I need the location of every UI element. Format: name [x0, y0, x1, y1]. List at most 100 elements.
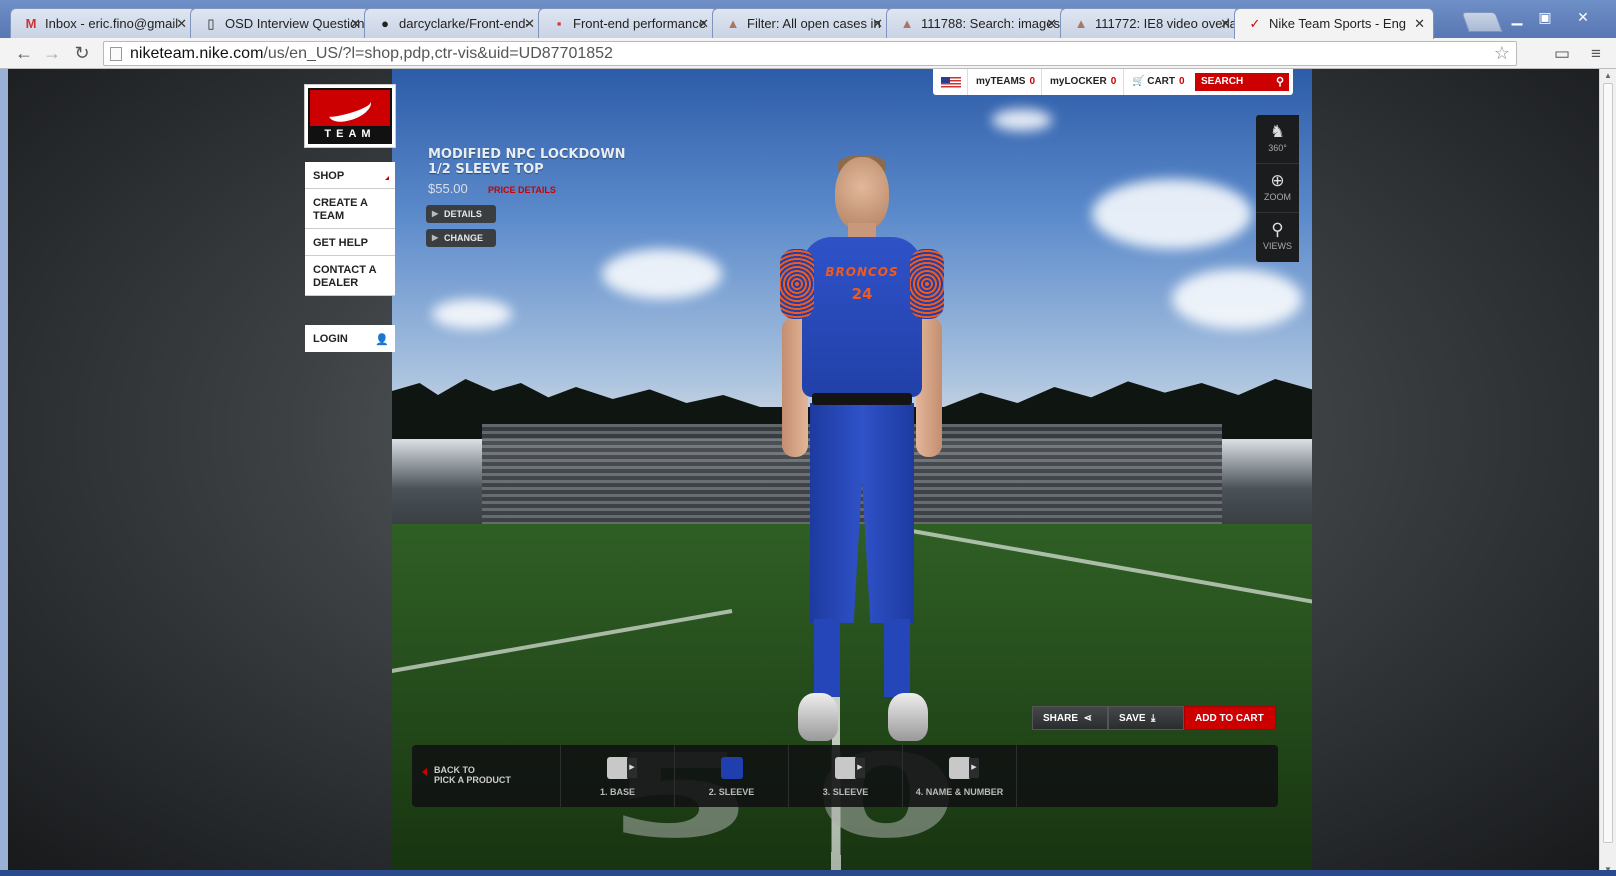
cloud [992, 109, 1052, 131]
os-taskbar [0, 870, 1616, 876]
user-icon: 👤 [375, 334, 389, 346]
download-icon: ⤓ [1148, 713, 1156, 724]
browser-tab-filter[interactable]: ▲ Filter: All open cases in ✕ [712, 8, 892, 38]
browser-tab-css[interactable]: ▪ Front-end performance ✕ [538, 8, 718, 38]
forward-arrow-icon[interactable]: → [40, 42, 64, 64]
page-viewport: 50 BRONCOS 24 TEAM SHOP [8, 69, 1599, 876]
customize-steps-bar: BACK TO PICK A PRODUCT ▶ 1. BASE 2. SLEE… [412, 745, 1278, 807]
browser-tab-gmail[interactable]: M Inbox - eric.fino@gmail ✕ [10, 8, 196, 38]
close-tab-icon[interactable]: ✕ [698, 16, 709, 32]
add-to-cart-button[interactable]: ADD TO CART [1184, 706, 1276, 730]
search-input[interactable]: SEARCH ⚲ [1195, 73, 1289, 91]
nav-create-team[interactable]: CREATE A TEAM [305, 189, 395, 229]
document-icon: ▯ [207, 16, 215, 31]
step-label: 2. SLEEVE [708, 787, 755, 797]
tab-title: Filter: All open cases in [747, 16, 881, 31]
views-button[interactable]: ⚲ VIEWS [1256, 213, 1299, 262]
bug-icon: ▲ [1074, 16, 1088, 31]
browser-tab-111788[interactable]: ▲ 111788: Search: images/ ✕ [886, 8, 1066, 38]
new-tab-button[interactable] [1461, 12, 1503, 32]
jersey [802, 237, 922, 397]
bug-icon: ▲ [900, 16, 914, 31]
nike-team-logo[interactable]: TEAM [304, 84, 396, 148]
github-icon: ● [381, 16, 389, 31]
step-base[interactable]: ▶ 1. BASE [560, 745, 674, 807]
nav-label: SHOP [313, 170, 345, 182]
close-tab-icon[interactable]: ✕ [1414, 16, 1425, 32]
zoom-button[interactable]: ⊕ ZOOM [1256, 164, 1299, 213]
scroll-up-icon[interactable]: ▲ [1604, 71, 1612, 80]
chevron-right-icon: ▶ [432, 233, 439, 242]
nav-contact-dealer[interactable]: CONTACT A DEALER [305, 256, 395, 296]
cart-link[interactable]: 🛒 CART 0 [1123, 69, 1193, 95]
back-to-pick-product[interactable]: BACK TO PICK A PRODUCT [422, 765, 511, 785]
page-icon [110, 47, 122, 61]
login-button[interactable]: LOGIN 👤 [305, 325, 395, 352]
price-details-link[interactable]: PRICE DETAILS [488, 185, 556, 195]
step-sleeve-2[interactable]: ▶ 3. SLEEVE [788, 745, 902, 807]
nav-label: GET HELP [313, 237, 369, 249]
close-tab-icon[interactable]: ✕ [1220, 16, 1231, 32]
player-cleat [888, 693, 928, 741]
tool-label: ZOOM [1264, 192, 1291, 202]
menu-icon[interactable]: ≡ [1584, 43, 1608, 65]
player-belt [812, 393, 912, 405]
cloud [1172, 269, 1302, 329]
address-bar[interactable]: niketeam.nike.com/us/en_US/?l=shop,pdp,c… [103, 41, 1517, 66]
step-name-number[interactable]: ▶ 4. NAME & NUMBER [902, 745, 1016, 807]
css-icon: ▪ [556, 16, 562, 31]
page-scrollbar[interactable]: ▲ ▼ [1599, 69, 1616, 876]
tab-title: OSD Interview Question [225, 16, 365, 31]
back-arrow-icon[interactable]: ← [12, 42, 36, 64]
cloud [1092, 179, 1252, 249]
back-arrow-icon [422, 768, 427, 776]
my-locker-link[interactable]: myLOCKER 0 [1041, 69, 1124, 95]
chevron-right-icon: ▶ [855, 758, 865, 778]
player-sock [814, 619, 840, 697]
browser-tab-osd[interactable]: ▯ OSD Interview Question ✕ [190, 8, 370, 38]
close-tab-icon[interactable]: ✕ [872, 16, 883, 32]
search-icon[interactable]: ⚲ [1276, 73, 1284, 91]
browser-tab-nike[interactable]: ✓ Nike Team Sports - Eng ✕ [1234, 8, 1434, 39]
jersey-sleeve [780, 249, 814, 319]
close-tab-icon[interactable]: ✕ [524, 16, 535, 32]
rotate-360-button[interactable]: ♞ 360° [1256, 115, 1299, 164]
my-locker-label: myLOCKER [1050, 76, 1107, 87]
tab-title: darcyclarke/Front-end- [399, 16, 530, 31]
back-line1: BACK TO [434, 765, 475, 775]
step-sleeve-1[interactable]: 2. SLEEVE [674, 745, 788, 807]
scrollbar-thumb[interactable] [1603, 83, 1613, 843]
bookmark-star-icon[interactable]: ☆ [1494, 42, 1510, 65]
tab-title: 111772: IE8 video overla [1095, 16, 1237, 31]
nav-label: CONTACT A DEALER [313, 264, 377, 289]
tab-title: Front-end performance [573, 16, 706, 31]
reload-icon[interactable]: ↻ [70, 42, 94, 64]
utility-bar: myTEAMS 0 myLOCKER 0 🛒 CART 0 SEARCH ⚲ [933, 69, 1293, 95]
close-tab-icon[interactable]: ✕ [176, 16, 187, 32]
save-label: SAVE [1119, 713, 1146, 724]
player-sock [884, 619, 910, 697]
player-model[interactable]: BRONCOS 24 [772, 155, 952, 777]
change-button[interactable]: ▶ CHANGE [426, 229, 496, 247]
close-tab-icon[interactable]: ✕ [1046, 16, 1057, 32]
swoosh-icon [325, 93, 375, 125]
my-teams-link[interactable]: myTEAMS 0 [967, 69, 1043, 95]
share-button[interactable]: SHARE ⋖ [1032, 706, 1108, 730]
maximize-icon[interactable]: ▣ [1532, 8, 1558, 26]
nav-shop[interactable]: SHOP [305, 162, 395, 189]
window-close-icon[interactable]: ✕ [1570, 8, 1596, 26]
side-nav: SHOP CREATE A TEAM GET HELP CONTACT A DE… [305, 162, 395, 296]
browser-tab-111772[interactable]: ▲ 111772: IE8 video overla ✕ [1060, 8, 1240, 38]
browser-toolbar: ← → ↻ niketeam.nike.com/us/en_US/?l=shop… [0, 38, 1616, 69]
chevron-right-icon: ▶ [969, 758, 979, 778]
minimize-icon[interactable]: ▁ [1504, 8, 1530, 26]
save-button[interactable]: SAVE ⤓ [1108, 706, 1184, 730]
close-tab-icon[interactable]: ✕ [350, 16, 361, 32]
cast-extension-icon[interactable]: ▭ [1550, 43, 1574, 65]
us-flag-icon[interactable] [941, 77, 961, 88]
browser-tab-github[interactable]: ● darcyclarke/Front-end- ✕ [364, 8, 544, 38]
details-button[interactable]: ▶ DETAILS [426, 205, 496, 223]
nav-get-help[interactable]: GET HELP [305, 229, 395, 256]
share-icon: ⋖ [1080, 713, 1092, 724]
tool-label: VIEWS [1262, 241, 1292, 251]
